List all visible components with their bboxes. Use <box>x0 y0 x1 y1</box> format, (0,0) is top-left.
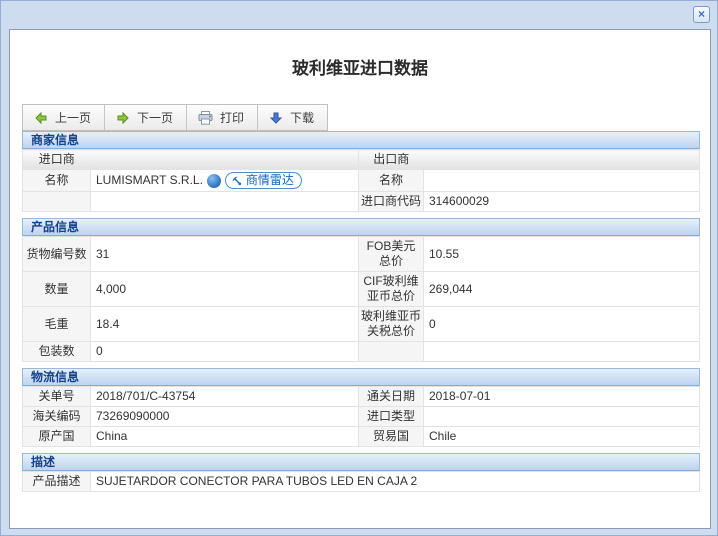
blue-arrow-down-icon <box>269 112 283 124</box>
field-value: SUJETARDOR CONECTOR PARA TUBOS LED EN CA… <box>90 471 700 492</box>
table-row: 海关编码 73269090000 进口类型 <box>22 406 700 427</box>
section-header-product: 产品信息 <box>22 218 700 236</box>
field-value: 73269090000 <box>90 406 359 427</box>
field-label: 贸易国 <box>358 426 424 447</box>
field-value <box>423 341 700 362</box>
prev-page-label: 上一页 <box>55 111 92 125</box>
green-arrow-right-icon <box>117 111 129 124</box>
table-row: 名称 LUMISMART S.R.L. 商情雷达 名称 <box>22 169 700 192</box>
table-row: 原产国 China 贸易国 Chile <box>22 426 700 447</box>
table-row: 数量 4,000 CIF玻利维亚币总价 269,044 <box>22 271 700 307</box>
table-row: 包装数 0 <box>22 341 700 362</box>
field-label: 产品描述 <box>22 471 91 492</box>
product-table: 货物编号数 31 FOB美元总价 10.55 数量 4,000 CIF玻利维亚币… <box>22 236 700 362</box>
importer-column-header: 进口商 <box>22 149 91 170</box>
field-value: 314600029 <box>423 191 700 212</box>
print-label: 打印 <box>220 111 245 125</box>
section-description: 描述 产品描述 SUJETARDOR CONECTOR PARA TUBOS L… <box>22 453 700 492</box>
next-page-label: 下一页 <box>137 111 174 125</box>
close-button[interactable]: × <box>693 6 710 23</box>
field-label: 数量 <box>22 271 91 307</box>
field-label: 毛重 <box>22 306 91 342</box>
globe-icon[interactable] <box>206 173 221 188</box>
prev-page-button[interactable]: 上一页 <box>23 105 106 130</box>
field-value: 10.55 <box>423 236 700 272</box>
radar-badge[interactable]: 商情雷达 <box>224 172 302 189</box>
field-label: 海关编码 <box>22 406 91 427</box>
print-button[interactable]: 打印 <box>187 105 259 130</box>
field-value <box>423 406 700 427</box>
field-value: 2018/701/C-43754 <box>90 386 359 407</box>
field-value: 269,044 <box>423 271 700 307</box>
toolbar: 上一页 下一页 打印 下载 <box>22 104 329 131</box>
field-value: 4,000 <box>90 271 359 307</box>
field-label: 通关日期 <box>358 386 424 407</box>
field-value: Chile <box>423 426 700 447</box>
content-panel: 玻利维亚进口数据 上一页 下一页 打印 下载 商家信息 进口商 出口商 名称 L… <box>9 29 711 529</box>
field-label: 名称 <box>358 169 424 192</box>
exporter-column-header: 出口商 <box>358 149 424 170</box>
field-value: 0 <box>90 341 359 362</box>
section-logistics: 物流信息 关单号 2018/701/C-43754 通关日期 2018-07-0… <box>22 368 700 447</box>
field-label: 玻利维亚币关税总价 <box>358 306 424 342</box>
field-value: China <box>90 426 359 447</box>
next-page-button[interactable]: 下一页 <box>105 105 188 130</box>
section-product: 产品信息 货物编号数 31 FOB美元总价 10.55 数量 4,000 CIF… <box>22 218 700 362</box>
radar-badge-label: 商情雷达 <box>245 173 294 187</box>
close-icon: × <box>697 7 705 21</box>
section-header-logistics: 物流信息 <box>22 368 700 386</box>
section-merchant: 商家信息 进口商 出口商 名称 LUMISMART S.R.L. 商情雷达 名称… <box>22 131 700 212</box>
radar-dish-icon <box>232 176 242 185</box>
field-value: 0 <box>423 306 700 342</box>
field-label <box>358 341 424 362</box>
download-button[interactable]: 下载 <box>258 105 328 130</box>
page-title: 玻利维亚进口数据 <box>292 59 428 78</box>
dialog-frame: × 玻利维亚进口数据 上一页 下一页 打印 下载 商家信息 进口商 出口商 名称… <box>0 0 718 536</box>
field-label: 货物编号数 <box>22 236 91 272</box>
field-value: 18.4 <box>90 306 359 342</box>
table-row: 产品描述 SUJETARDOR CONECTOR PARA TUBOS LED … <box>22 471 700 492</box>
description-table: 产品描述 SUJETARDOR CONECTOR PARA TUBOS LED … <box>22 471 700 492</box>
printer-icon <box>198 110 213 125</box>
table-row: 货物编号数 31 FOB美元总价 10.55 <box>22 236 700 272</box>
section-header-merchant: 商家信息 <box>22 131 700 149</box>
field-label: 包装数 <box>22 341 91 362</box>
field-value: 2018-07-01 <box>423 386 700 407</box>
field-value: 31 <box>90 236 359 272</box>
field-label: 原产国 <box>22 426 91 447</box>
download-label: 下载 <box>290 111 315 125</box>
section-header-description: 描述 <box>22 453 700 471</box>
merchant-table: 进口商 出口商 名称 LUMISMART S.R.L. 商情雷达 名称 进口商代… <box>22 149 700 212</box>
field-label: 进口商代码 <box>358 191 424 212</box>
table-row: 毛重 18.4 玻利维亚币关税总价 0 <box>22 306 700 342</box>
field-label: FOB美元总价 <box>358 236 424 272</box>
field-label: CIF玻利维亚币总价 <box>358 271 424 307</box>
table-row: 关单号 2018/701/C-43754 通关日期 2018-07-01 <box>22 386 700 407</box>
table-row: 进口商 出口商 <box>22 149 700 170</box>
field-label: 名称 <box>22 169 91 192</box>
logistics-table: 关单号 2018/701/C-43754 通关日期 2018-07-01 海关编… <box>22 386 700 447</box>
green-arrow-left-icon <box>35 111 47 124</box>
field-label: 关单号 <box>22 386 91 407</box>
table-row: 进口商代码 314600029 <box>22 191 700 212</box>
importer-name: LUMISMART S.R.L. <box>96 173 203 187</box>
field-value <box>423 169 700 192</box>
field-label: 进口类型 <box>358 406 424 427</box>
